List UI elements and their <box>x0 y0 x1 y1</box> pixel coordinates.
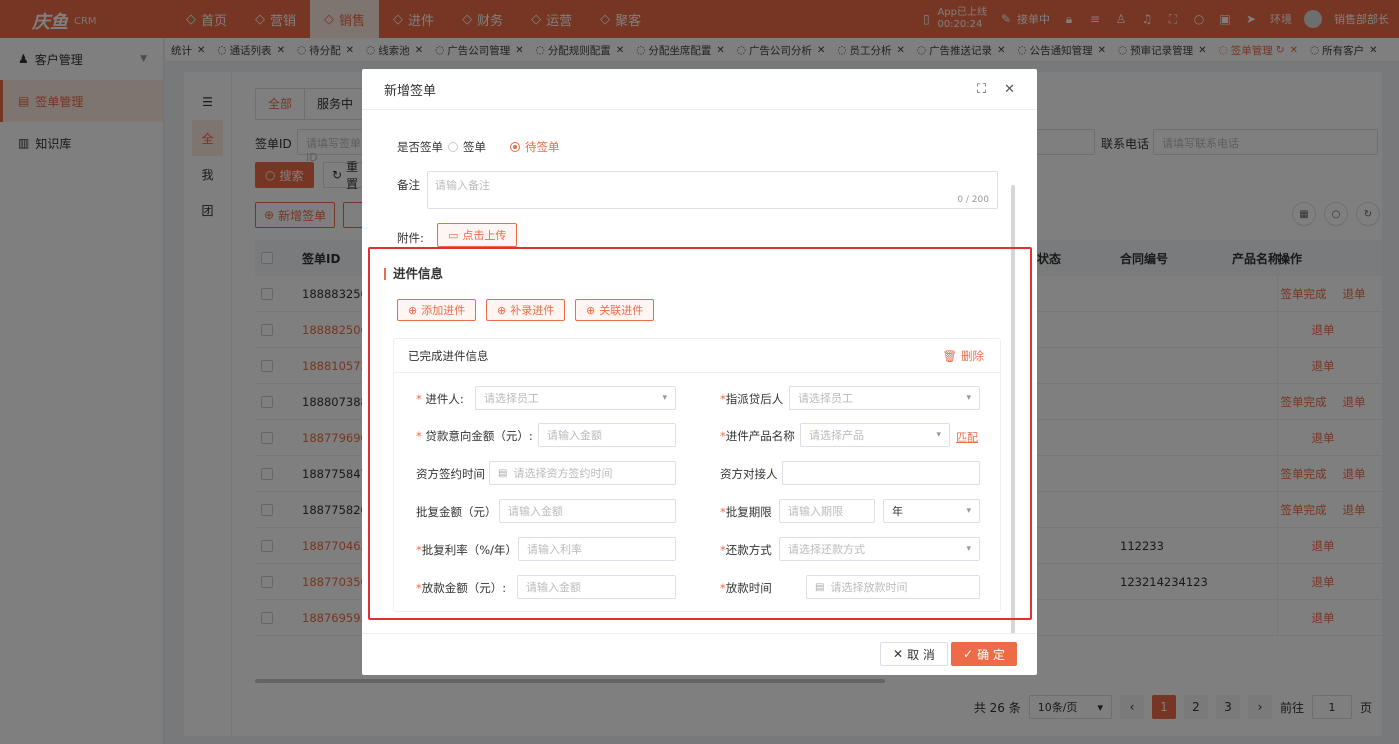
dialog-title: 新增签单 <box>384 83 437 99</box>
upload-label: 点击上传 <box>462 229 507 242</box>
radio-pending-label: 待签单 <box>525 140 560 154</box>
dialog-header: 新增签单 ⛶ ✕ <box>362 69 1037 109</box>
dialog-footer: ✕ 取 消 ✓ 确 定 <box>362 633 1037 675</box>
sign-label: 是否签单 <box>397 140 443 154</box>
confirm-label: 确 定 <box>977 647 1005 662</box>
radio-checked-icon <box>510 142 520 152</box>
close-icon: ✕ <box>893 647 904 661</box>
maximize-icon[interactable]: ⛶ <box>977 82 986 97</box>
remark-label: 备注 <box>397 178 420 192</box>
radio-pending[interactable]: 待签单 <box>510 139 560 155</box>
attach-label: 附件: <box>397 231 424 245</box>
check-icon: ✓ <box>963 647 974 661</box>
upload-button[interactable]: ▭ 点击上传 <box>437 223 518 247</box>
cancel-button[interactable]: ✕ 取 消 <box>880 642 948 666</box>
highlight-box <box>368 247 1032 620</box>
remark-placeholder: 请输入备注 <box>435 179 490 192</box>
remark-textarea[interactable]: 请输入备注 0 / 200 <box>427 171 998 209</box>
radio-icon <box>448 142 458 152</box>
remark-count: 0 / 200 <box>957 195 989 205</box>
radio-signed-label: 签单 <box>463 140 486 154</box>
folder-icon: ▭ <box>448 228 459 242</box>
radio-signed[interactable]: 签单 <box>448 139 486 155</box>
close-icon[interactable]: ✕ <box>1004 82 1015 97</box>
cancel-label: 取 消 <box>907 647 935 662</box>
confirm-button[interactable]: ✓ 确 定 <box>951 642 1017 666</box>
